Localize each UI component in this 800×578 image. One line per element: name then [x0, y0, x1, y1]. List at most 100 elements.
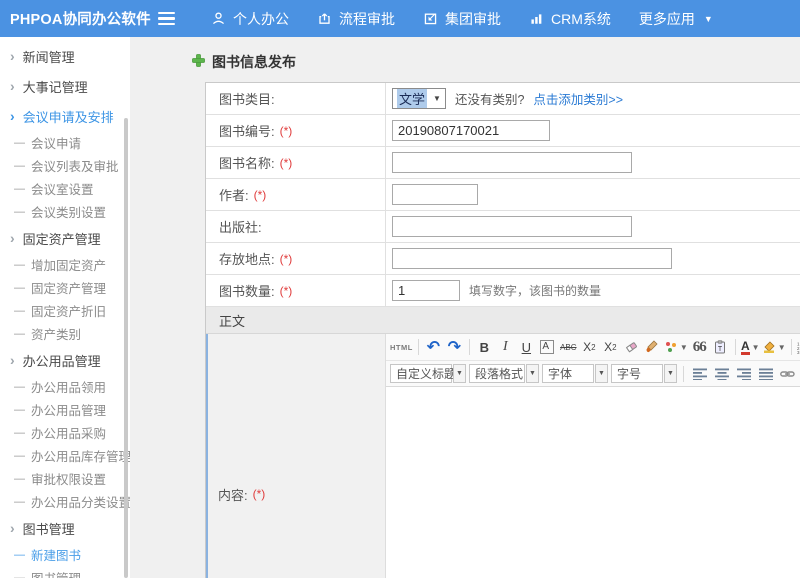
superscript-icon[interactable]: X2 — [580, 337, 599, 357]
dash-icon: — — [14, 496, 25, 508]
field-label: 出版社: — [219, 217, 262, 236]
top-navigation: 个人办公 流程审批 集团审批 CRM系统 更多应用 ▼ — [197, 0, 727, 37]
quantity-input[interactable] — [392, 280, 460, 301]
caret-down-icon[interactable]: ▼ — [595, 364, 608, 383]
autotypeset-icon[interactable]: ▼ — [664, 337, 688, 357]
field-label: 作者: — [219, 185, 249, 204]
nav-group-approval[interactable]: 集团审批 — [409, 0, 515, 37]
sidebar-item-asset-category[interactable]: —资产类别 — [0, 322, 130, 345]
hamburger-menu-icon[interactable] — [158, 12, 175, 25]
sidebar-item-meeting-apply[interactable]: —会议申请 — [0, 131, 130, 154]
font-color-icon[interactable]: A ▼ — [741, 337, 760, 357]
paste-text-icon[interactable]: T — [711, 337, 730, 357]
sidebar-item-office-supplies-mgmt[interactable]: ›办公用品管理 — [0, 345, 130, 375]
publisher-input[interactable] — [392, 216, 632, 237]
sidebar-item-add-fixed-asset[interactable]: —增加固定资产 — [0, 253, 130, 276]
html-source-button[interactable]: HTML — [390, 337, 413, 357]
sidebar-item-meeting-apply-group[interactable]: ›会议申请及安排 — [0, 101, 130, 131]
sidebar-item-book-manage[interactable]: —图书管理 — [0, 566, 130, 578]
group-approve-icon — [423, 11, 438, 26]
editor-toolbar-row1: HTML ↶ ↷ B I U A ABC X2 X2 — [386, 334, 800, 361]
align-right-icon[interactable] — [734, 364, 753, 384]
redo-icon[interactable]: ↷ — [445, 337, 464, 357]
sidebar-item-fixed-asset-manage[interactable]: —固定资产管理 — [0, 276, 130, 299]
sidebar-item-supplies-manage[interactable]: —办公用品管理 — [0, 398, 130, 421]
editor-content-area[interactable] — [386, 387, 800, 578]
sidebar-item-book-mgmt[interactable]: ›图书管理 — [0, 513, 130, 543]
location-input[interactable] — [392, 248, 672, 269]
dash-icon: — — [14, 183, 25, 195]
dash-icon: — — [14, 549, 25, 561]
caret-down-icon[interactable]: ▼ — [526, 364, 539, 383]
link-icon[interactable] — [778, 364, 797, 384]
format-brush-icon[interactable] — [643, 337, 662, 357]
category-select[interactable]: 文学 ▼ — [392, 88, 446, 109]
sidebar-item-fixed-asset-depreciation[interactable]: —固定资产折旧 — [0, 299, 130, 322]
svg-text:T: T — [718, 346, 723, 353]
sidebar-item-new-book[interactable]: —新建图书 — [0, 543, 130, 566]
nav-crm-system[interactable]: CRM系统 — [515, 0, 625, 37]
nav-process-approval[interactable]: 流程审批 — [303, 0, 409, 37]
bold-icon[interactable]: B — [475, 337, 494, 357]
dash-icon: — — [14, 381, 25, 393]
dash-icon: — — [14, 572, 25, 578]
category-row: 图书类目: 文学 ▼ 还没有类别? 点击添加类别>> — [206, 83, 800, 115]
plus-icon — [192, 54, 205, 70]
field-label: 图书编号: — [219, 121, 275, 140]
blockquote-icon[interactable]: 66 — [690, 337, 709, 357]
sidebar-item-meeting-list-approve[interactable]: —会议列表及审批 — [0, 154, 130, 177]
book-name-input[interactable] — [392, 152, 632, 173]
underline-icon[interactable]: U — [517, 337, 536, 357]
align-justify-icon[interactable] — [756, 364, 775, 384]
sidebar: ›新闻管理 ›大事记管理 ›会议申请及安排 —会议申请 —会议列表及审批 —会议… — [0, 37, 130, 578]
sidebar-item-supplies-inventory-mgmt[interactable]: —办公用品库存管理 — [0, 444, 130, 467]
paragraph-format-select[interactable]: 段落格式 ▼ — [469, 364, 539, 383]
svg-text:3: 3 — [797, 350, 800, 354]
custom-title-select[interactable]: 自定义标题 ▼ — [390, 364, 466, 383]
author-input[interactable] — [392, 184, 478, 205]
chevron-right-icon: › — [10, 109, 15, 123]
publisher-row: 出版社: — [206, 211, 800, 243]
sidebar-item-supplies-purchase[interactable]: —办公用品采购 — [0, 421, 130, 444]
nav-personal-office[interactable]: 个人办公 — [197, 0, 303, 37]
sidebar-item-memorabilia-mgmt[interactable]: ›大事记管理 — [0, 71, 130, 101]
chevron-right-icon: › — [10, 231, 15, 245]
sidebar-item-fixed-asset-mgmt[interactable]: ›固定资产管理 — [0, 223, 130, 253]
strikethrough-icon[interactable]: ABC — [559, 337, 578, 357]
align-center-icon[interactable] — [712, 364, 731, 384]
sidebar-scrollbar[interactable] — [124, 118, 128, 578]
nav-label: 流程审批 — [339, 9, 395, 29]
required-mark: (*) — [280, 252, 293, 266]
chevron-right-icon: › — [10, 49, 15, 63]
font-family-select[interactable]: 字体 ▼ — [542, 364, 608, 383]
text-border-icon[interactable]: A — [538, 337, 557, 357]
sidebar-item-news-mgmt[interactable]: ›新闻管理 — [0, 41, 130, 71]
highlight-color-icon[interactable]: ▼ — [762, 337, 786, 357]
field-label: 存放地点: — [219, 249, 275, 268]
select-caret-icon: ▼ — [433, 94, 441, 103]
add-category-link[interactable]: 点击添加类别>> — [533, 89, 623, 108]
caret-down-icon: ▼ — [680, 343, 688, 352]
undo-icon[interactable]: ↶ — [424, 337, 443, 357]
required-mark: (*) — [253, 487, 266, 501]
font-size-select[interactable]: 字号 ▼ — [611, 364, 677, 383]
book-no-input[interactable] — [392, 120, 550, 141]
rich-text-editor: HTML ↶ ↷ B I U A ABC X2 X2 — [386, 334, 800, 578]
sidebar-item-meeting-category-setting[interactable]: —会议类别设置 — [0, 200, 130, 223]
sidebar-item-supplies-claim[interactable]: —办公用品领用 — [0, 375, 130, 398]
sidebar-item-meeting-room-setting[interactable]: —会议室设置 — [0, 177, 130, 200]
eraser-icon[interactable] — [622, 337, 641, 357]
sidebar-item-approval-permission-setting[interactable]: —审批权限设置 — [0, 467, 130, 490]
dash-icon: — — [14, 206, 25, 218]
caret-down-icon[interactable]: ▼ — [453, 364, 466, 383]
location-row: 存放地点: (*) — [206, 243, 800, 275]
chevron-right-icon: › — [10, 79, 15, 93]
caret-down-icon[interactable]: ▼ — [664, 364, 677, 383]
book-name-row: 图书名称:(*) — [206, 147, 800, 179]
main-content: 图书信息发布 图书类目: 文学 ▼ 还没有类别? 点击添加类别>> 图书编号:(… — [130, 37, 800, 578]
subscript-icon[interactable]: X2 — [601, 337, 620, 357]
italic-icon[interactable]: I — [496, 337, 515, 357]
align-left-icon[interactable] — [690, 364, 709, 384]
nav-more-apps[interactable]: 更多应用 ▼ — [625, 0, 727, 37]
sidebar-item-supplies-category-setting[interactable]: —办公用品分类设置 — [0, 490, 130, 513]
